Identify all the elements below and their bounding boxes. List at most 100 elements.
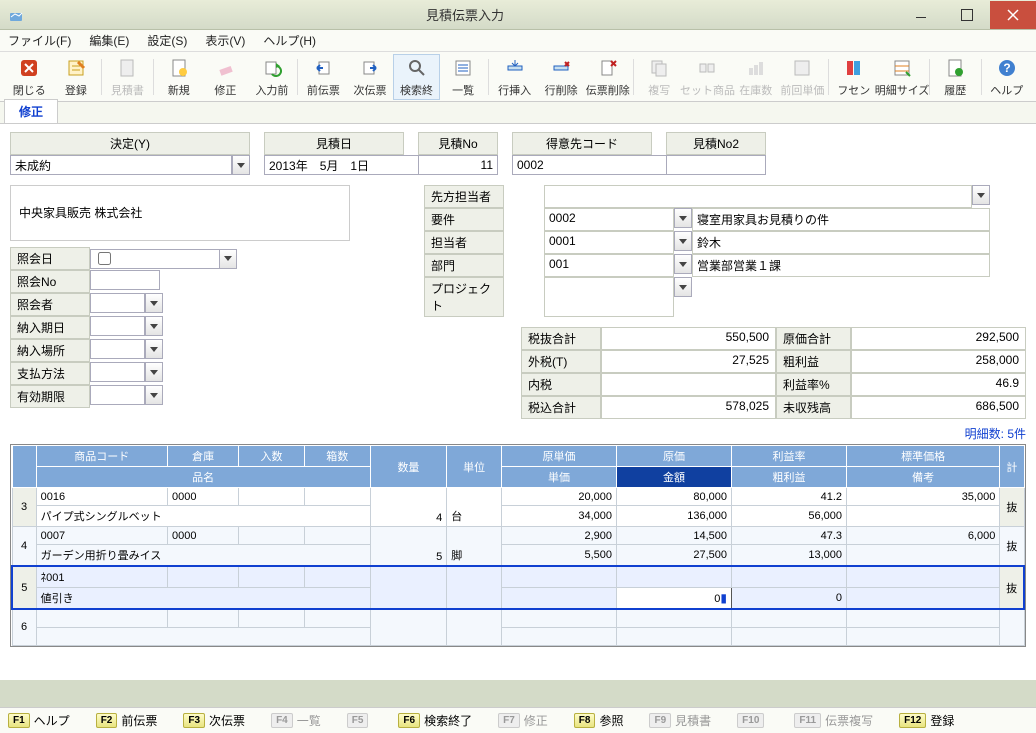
cell-ucost[interactable] <box>502 609 617 627</box>
fkey-f3[interactable]: F3次伝票 <box>183 712 245 729</box>
cell-qty[interactable]: 5 <box>370 527 447 567</box>
decision-input[interactable] <box>10 155 232 175</box>
table-row[interactable]: 3 0016 0000 4 台 20,000 80,000 41.2 35,00… <box>12 488 1024 506</box>
tb-detail-size[interactable]: 明細サイズ <box>877 54 927 100</box>
dept-code[interactable]: 001 <box>544 254 674 277</box>
fkey-f11[interactable]: F11伝票複写 <box>794 712 873 729</box>
cell-mrate[interactable]: 47.3 <box>732 527 847 545</box>
cell-remarks[interactable] <box>847 545 1000 567</box>
cell-qty[interactable] <box>370 566 447 609</box>
tb-slip-delete[interactable]: 伝票削除 <box>584 54 631 100</box>
fkey-f7[interactable]: F7修正 <box>498 712 548 729</box>
inquirer-input[interactable] <box>90 293 145 313</box>
delivery-place-input[interactable] <box>90 339 145 359</box>
maximize-button[interactable] <box>944 1 990 29</box>
cell-amount[interactable]: 0▮ <box>617 588 732 610</box>
cell-cost[interactable] <box>617 609 732 627</box>
est-date-input[interactable] <box>264 155 429 175</box>
cell-gp[interactable]: 56,000 <box>732 506 847 527</box>
cell-ucost[interactable]: 20,000 <box>502 488 617 506</box>
cell-mrate[interactable] <box>732 609 847 627</box>
cell-name[interactable]: 値引き <box>36 588 370 610</box>
cell-qty[interactable] <box>370 609 447 645</box>
est-no-input[interactable] <box>418 155 498 175</box>
cell-code[interactable]: 0007 <box>36 527 167 545</box>
cell-unit[interactable] <box>447 566 502 609</box>
cell-unit[interactable]: 台 <box>447 488 502 527</box>
person-code[interactable]: 0001 <box>544 231 674 254</box>
tb-history[interactable]: 履歴 <box>932 54 979 100</box>
cell-uprice[interactable] <box>502 588 617 610</box>
table-row[interactable]: 6 <box>12 609 1024 627</box>
contact-dropdown[interactable] <box>972 185 990 205</box>
fkey-f6[interactable]: F6検索終了 <box>398 712 472 729</box>
cell-inqty[interactable] <box>239 488 305 506</box>
close-button[interactable] <box>990 1 1036 29</box>
cell-box[interactable] <box>304 527 370 545</box>
cell-remarks[interactable] <box>847 506 1000 527</box>
table-row[interactable]: 4 0007 0000 5 脚 2,900 14,500 47.3 6,000 … <box>12 527 1024 545</box>
tb-row-insert[interactable]: 行挿入 <box>491 54 538 100</box>
cell-mrate[interactable] <box>732 566 847 588</box>
cell-mrate[interactable]: 41.2 <box>732 488 847 506</box>
cell-unit[interactable] <box>447 609 502 645</box>
cell-whs[interactable]: 0000 <box>168 488 239 506</box>
cell-uprice[interactable]: 5,500 <box>502 545 617 567</box>
cell-gp[interactable]: 0 <box>732 588 847 610</box>
subject-dropdown[interactable] <box>674 208 692 228</box>
cell-ucost[interactable] <box>502 566 617 588</box>
cell-cost[interactable]: 80,000 <box>617 488 732 506</box>
cell-amount[interactable]: 27,500 <box>617 545 732 567</box>
cell-std[interactable] <box>847 609 1000 627</box>
cell-inqty[interactable] <box>239 609 305 627</box>
validity-dropdown[interactable] <box>145 385 163 405</box>
person-dropdown[interactable] <box>674 231 692 251</box>
tb-next[interactable]: 次伝票 <box>347 54 394 100</box>
tb-set-item[interactable]: セット商品 <box>682 54 732 100</box>
cell-amount[interactable]: 136,000 <box>617 506 732 527</box>
tb-before-input[interactable]: 入力前 <box>249 54 296 100</box>
payment-input[interactable] <box>90 362 145 382</box>
menu-view[interactable]: 表示(V) <box>205 32 245 49</box>
cell-uprice[interactable]: 34,000 <box>502 506 617 527</box>
cell-unit[interactable]: 脚 <box>447 527 502 567</box>
cell-name[interactable]: パイプ式シングルベット <box>36 506 370 527</box>
menu-help[interactable]: ヘルプ(H) <box>263 32 316 49</box>
cell-cost[interactable] <box>617 566 732 588</box>
table-row[interactable]: 値引き 0▮ 0 <box>12 588 1024 610</box>
minimize-button[interactable] <box>898 1 944 29</box>
cell-box[interactable] <box>304 566 370 588</box>
menu-file[interactable]: ファイル(F) <box>8 32 71 49</box>
tb-search-end[interactable]: 検索終 <box>393 54 440 100</box>
tb-prev-price[interactable]: 前回単価 <box>779 54 826 100</box>
cell-ucost[interactable]: 2,900 <box>502 527 617 545</box>
detail-grid[interactable]: 商品コード 倉庫 入数 箱数 数量 単位 原単価 原価 利益率 標準価格 計 品… <box>10 444 1026 647</box>
fkey-f12[interactable]: F12登録 <box>899 712 954 729</box>
project-dropdown[interactable] <box>674 277 692 297</box>
cell-uprice[interactable] <box>502 627 617 645</box>
fkey-f10[interactable]: F10 <box>737 713 768 728</box>
tb-estimate-sheet[interactable]: 見積書 <box>104 54 151 100</box>
cell-box[interactable] <box>304 488 370 506</box>
delivery-place-dropdown[interactable] <box>145 339 163 359</box>
cust-code-input[interactable] <box>512 155 677 175</box>
table-row[interactable] <box>12 627 1024 645</box>
cell-whs[interactable]: 0000 <box>168 527 239 545</box>
cell-qty[interactable]: 4 <box>370 488 447 527</box>
cell-cost[interactable]: 14,500 <box>617 527 732 545</box>
fkey-f8[interactable]: F8参照 <box>574 712 624 729</box>
cell-std[interactable]: 6,000 <box>847 527 1000 545</box>
delivery-date-dropdown[interactable] <box>145 316 163 336</box>
cell-std[interactable] <box>847 566 1000 588</box>
tb-list[interactable]: 一覧 <box>440 54 487 100</box>
cell-whs[interactable] <box>168 609 239 627</box>
inquiry-date-dropdown[interactable] <box>219 249 237 269</box>
fkey-f2[interactable]: F2前伝票 <box>96 712 158 729</box>
table-row[interactable]: 5 ﾈ001 抜 <box>12 566 1024 588</box>
cell-inqty[interactable] <box>239 566 305 588</box>
inquirer-dropdown[interactable] <box>145 293 163 313</box>
cell-gp[interactable]: 13,000 <box>732 545 847 567</box>
fkey-f5[interactable]: F5 <box>347 713 373 728</box>
cell-box[interactable] <box>304 609 370 627</box>
cell-gp[interactable] <box>732 627 847 645</box>
